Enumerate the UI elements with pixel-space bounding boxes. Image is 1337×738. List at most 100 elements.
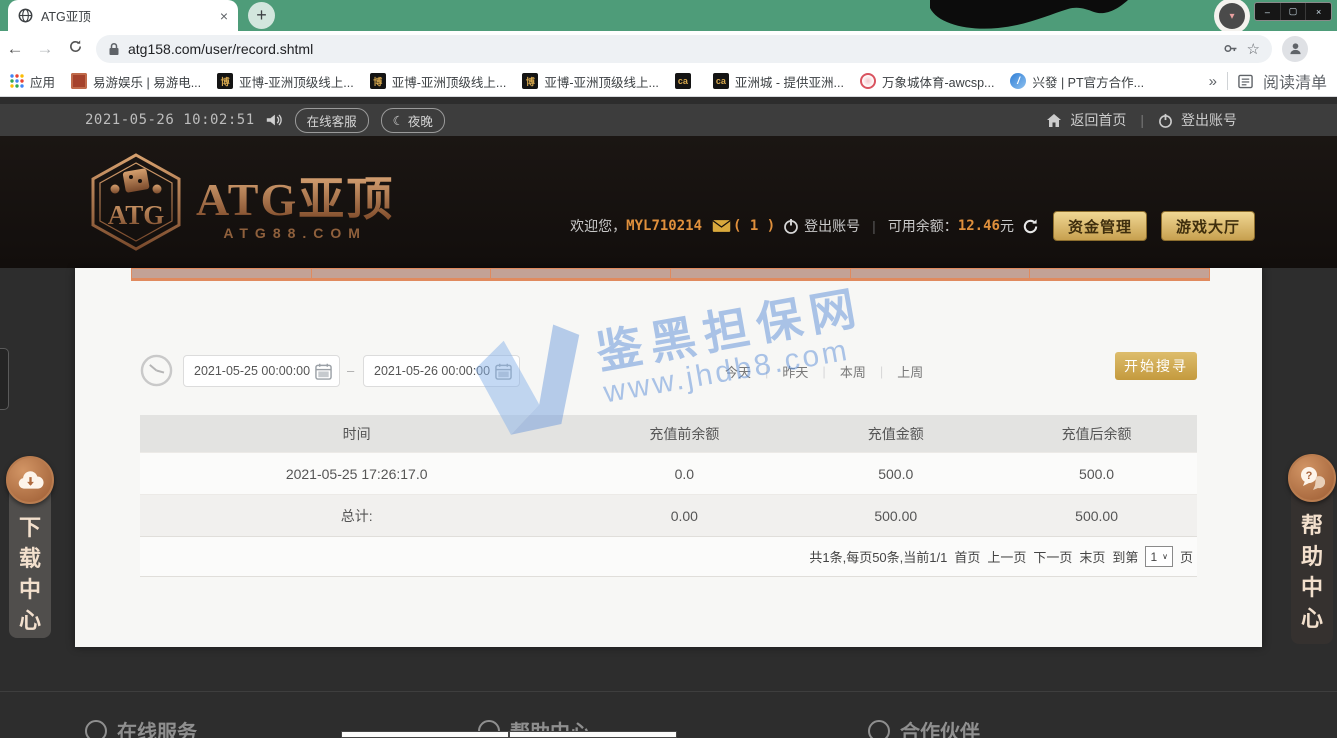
browser-avatar[interactable] <box>1282 36 1308 62</box>
bookmark-yabo-1[interactable]: 博 亚博-亚洲顶级线上... <box>217 72 354 91</box>
pagination-prev[interactable]: 上一页 <box>987 547 1026 566</box>
table-row: 2021-05-25 17:26:17.0 0.0 500.0 500.0 <box>140 452 1197 494</box>
cell-total-label: 总计: <box>140 506 573 526</box>
site-logo[interactable]: ATG ATG亚顶 ATG88.COM <box>88 152 394 252</box>
date-from-input[interactable]: 2021-05-25 00:00:00 <box>183 355 340 387</box>
record-tab[interactable] <box>312 269 492 278</box>
bookmark-label: 应用 <box>30 72 55 91</box>
logo-subtitle: ATG88.COM <box>196 225 394 241</box>
xf-favicon: / <box>1010 73 1026 89</box>
night-mode-toggle[interactable]: ☾ 夜晚 <box>381 108 445 133</box>
bookmark-star-icon[interactable]: ☆ <box>1247 40 1260 58</box>
side-panel-handle[interactable] <box>0 348 9 410</box>
bookmark-apps[interactable]: 应用 <box>10 72 55 91</box>
bookmarks-overflow-chevron[interactable]: » <box>1209 73 1217 90</box>
bookmark-yabo-2[interactable]: 博 亚博-亚洲顶级线上... <box>370 72 507 91</box>
svg-text:?: ? <box>1306 470 1313 482</box>
download-center-label[interactable]: 下载中心 <box>17 512 43 636</box>
logout-link[interactable]: 登出账号 <box>1181 110 1237 130</box>
game-lobby-button[interactable]: 游戏大厅 <box>1161 211 1255 241</box>
record-tab[interactable] <box>851 269 1031 278</box>
close-window-button[interactable]: × <box>1306 3 1331 20</box>
divider: | <box>872 218 876 234</box>
mail-indicator[interactable]: ( 1 ) <box>712 218 775 234</box>
bookmark-label: 亚博-亚洲顶级线上... <box>392 72 507 91</box>
bo-favicon: 博 <box>370 73 386 89</box>
record-tab[interactable] <box>491 269 671 278</box>
funds-management-button[interactable]: 资金管理 <box>1053 211 1147 241</box>
calendar-icon[interactable] <box>495 363 512 380</box>
chat-question-icon: ? <box>1299 466 1325 490</box>
bookmark-yiyou[interactable]: 易游娱乐 | 易游电... <box>71 72 201 91</box>
table-header-row: 时间 充值前余额 充值金额 充值后余额 <box>140 415 1197 452</box>
cell-amount: 500.0 <box>795 466 996 482</box>
start-search-button[interactable]: 开始搜寻 <box>1115 352 1197 380</box>
partial-cell <box>341 731 509 738</box>
help-center-label[interactable]: 帮助中心 <box>1299 510 1325 634</box>
night-mode-label: 夜晚 <box>408 111 433 130</box>
balance-unit: 元 <box>1000 216 1014 236</box>
mail-count: ( 1 ) <box>733 218 775 234</box>
logo-title: ATG亚顶 <box>196 163 394 229</box>
reading-list-label[interactable]: 阅读清单 <box>1263 69 1327 93</box>
browser-tab[interactable]: ATG亚顶 × <box>8 0 238 31</box>
footer-column-title: 在线服务 <box>117 716 197 738</box>
page-select-value: 1 <box>1150 550 1157 564</box>
page-select[interactable]: 1 ∨ <box>1145 546 1173 567</box>
help-center-button[interactable]: ? <box>1288 454 1336 502</box>
minimize-button[interactable]: ‒ <box>1255 3 1281 20</box>
record-tab[interactable] <box>1030 269 1209 278</box>
record-tab[interactable] <box>132 269 312 278</box>
chevron-down-icon: ▾ <box>1219 3 1245 29</box>
header-logout-link[interactable]: 登出账号 <box>804 216 860 236</box>
back-icon[interactable]: ← <box>0 39 30 59</box>
pagination-first[interactable]: 首页 <box>954 547 980 566</box>
reading-list-icon <box>1238 74 1253 89</box>
bookmark-yabo-3[interactable]: 博 亚博-亚洲顶级线上... <box>522 72 659 91</box>
handshake-icon <box>868 720 890 738</box>
bookmark-wanxiangcheng[interactable]: 万象城体育-awcsp... <box>860 72 995 91</box>
tab-close-icon[interactable]: × <box>220 8 228 24</box>
bookmark-yazhoucheng[interactable]: ca 亚洲城 - 提供亚洲... <box>713 72 844 91</box>
calendar-icon[interactable] <box>315 363 332 380</box>
quick-link-last-week[interactable]: 上周 <box>897 362 923 381</box>
divider: | <box>765 364 768 379</box>
pagination-next[interactable]: 下一页 <box>1033 547 1072 566</box>
divider: | <box>822 364 825 379</box>
power-icon <box>1158 113 1173 128</box>
quick-link-this-week[interactable]: 本周 <box>840 362 866 381</box>
refresh-balance-icon[interactable] <box>1022 218 1039 235</box>
divider <box>1227 72 1228 90</box>
bookmark-label: 万象城体育-awcsp... <box>882 72 995 91</box>
cell-total-after: 500.00 <box>996 508 1197 524</box>
back-home-link[interactable]: 返回首页 <box>1070 110 1126 130</box>
record-tab[interactable] <box>671 269 851 278</box>
online-service-button[interactable]: 在线客服 <box>295 108 369 133</box>
pagination-last[interactable]: 末页 <box>1079 547 1105 566</box>
date-to-input[interactable]: 2021-05-26 00:00:00 <box>363 355 520 387</box>
browser-profile-button[interactable]: ▾ <box>1214 0 1250 34</box>
forward-icon[interactable]: → <box>30 39 60 59</box>
new-tab-button[interactable]: + <box>248 2 275 29</box>
bookmark-label: 亚洲城 - 提供亚洲... <box>735 72 844 91</box>
balance-value: 12.46 <box>958 218 1000 234</box>
bookmark-ca-iconly[interactable]: ca <box>675 73 697 89</box>
yiyou-favicon <box>71 73 87 89</box>
download-center-button[interactable] <box>6 456 54 504</box>
moon-icon: ☾ <box>393 113 404 128</box>
cell-total-amount: 500.00 <box>795 508 996 524</box>
maximize-button[interactable]: ▢ <box>1281 3 1307 20</box>
mail-icon <box>712 219 731 233</box>
bookmark-label: 亚博-亚洲顶级线上... <box>544 72 659 91</box>
quick-link-today[interactable]: 今天 <box>725 362 751 381</box>
speaker-icon[interactable] <box>265 112 283 128</box>
logo-hexagon-icon: ATG <box>88 152 184 252</box>
date-to-value: 2021-05-26 00:00:00 <box>374 364 490 378</box>
address-bar[interactable]: atg158.com/user/record.shtml ☆ <box>96 35 1272 63</box>
reload-icon[interactable] <box>60 39 90 59</box>
clock-icon <box>140 354 173 392</box>
bookmark-xingfa[interactable]: / 兴發 | PT官方合作... <box>1010 72 1144 91</box>
divider: | <box>880 364 883 379</box>
quick-link-yesterday[interactable]: 昨天 <box>782 362 808 381</box>
key-icon[interactable] <box>1222 40 1239 57</box>
